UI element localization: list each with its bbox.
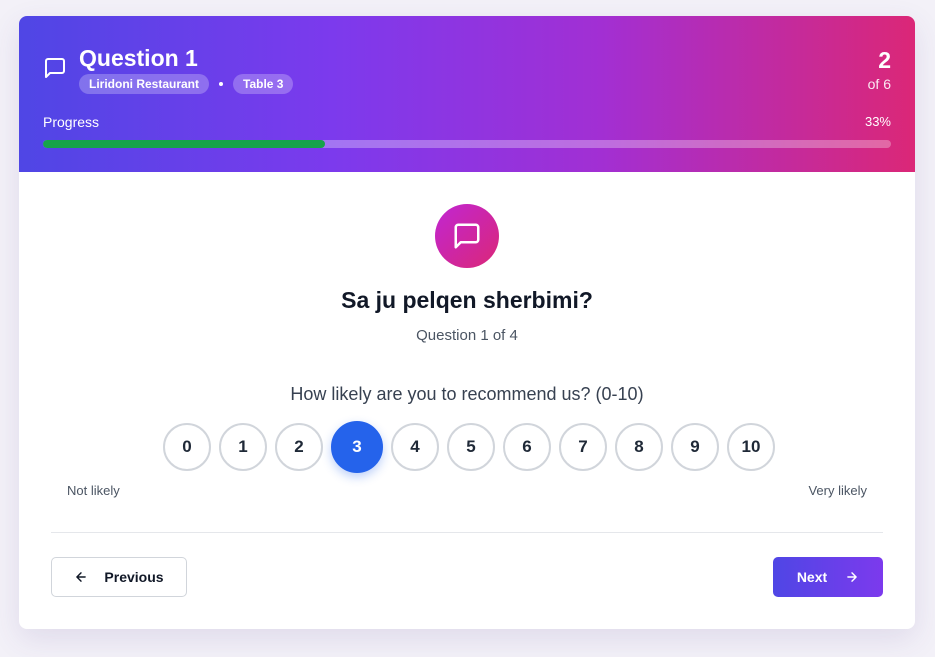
progress-fill — [43, 140, 326, 148]
next-button-label: Next — [796, 569, 828, 585]
chat-bubble-icon — [43, 56, 67, 80]
chat-bubble-icon — [454, 223, 480, 249]
scale-option-8[interactable]: 8 — [615, 423, 663, 471]
survey-card: Question 1 Liridoni Restaurant Table 3 2… — [19, 16, 915, 629]
arrow-left-icon — [74, 570, 88, 584]
scale-option-9[interactable]: 9 — [671, 423, 719, 471]
scale-option-0[interactable]: 0 — [163, 423, 211, 471]
scale-option-1[interactable]: 1 — [219, 423, 267, 471]
survey-header: Question 1 Liridoni Restaurant Table 3 2… — [19, 16, 915, 172]
page-title: Question 1 — [79, 45, 198, 71]
scale-option-3[interactable]: 3 — [331, 421, 383, 473]
rating-scale: 0 1 2 3 4 5 6 7 8 9 10 — [163, 421, 775, 473]
scale-label-high: Very likely — [808, 483, 867, 498]
context-tags: Liridoni Restaurant Table 3 — [79, 74, 294, 94]
tag-separator — [219, 82, 224, 86]
table-tag: Table 3 — [233, 74, 294, 94]
question-prompt: How likely are you to recommend us? (0-1… — [290, 384, 644, 404]
next-button[interactable]: Next — [773, 557, 883, 597]
progress-bar — [43, 140, 891, 148]
arrow-right-icon — [845, 570, 859, 584]
step-current: 2 — [878, 47, 891, 73]
progress-label: Progress — [43, 114, 100, 130]
progress-percent: 33% — [864, 114, 891, 129]
scale-label-low: Not likely — [67, 483, 120, 498]
scale-option-6[interactable]: 6 — [503, 423, 551, 471]
scale-option-10[interactable]: 10 — [727, 423, 775, 471]
previous-button[interactable]: Previous — [51, 557, 187, 597]
scale-option-7[interactable]: 7 — [559, 423, 607, 471]
question-counter: Question 1 of 4 — [416, 327, 518, 344]
question-title: Sa ju pelqen sherbimi? — [341, 287, 593, 313]
previous-button-label: Previous — [104, 569, 164, 585]
step-total: of 6 — [867, 76, 891, 92]
question-icon — [435, 204, 499, 268]
scale-option-4[interactable]: 4 — [391, 423, 439, 471]
restaurant-tag: Liridoni Restaurant — [79, 74, 210, 94]
divider — [51, 532, 883, 533]
scale-option-2[interactable]: 2 — [275, 423, 323, 471]
scale-option-5[interactable]: 5 — [447, 423, 495, 471]
